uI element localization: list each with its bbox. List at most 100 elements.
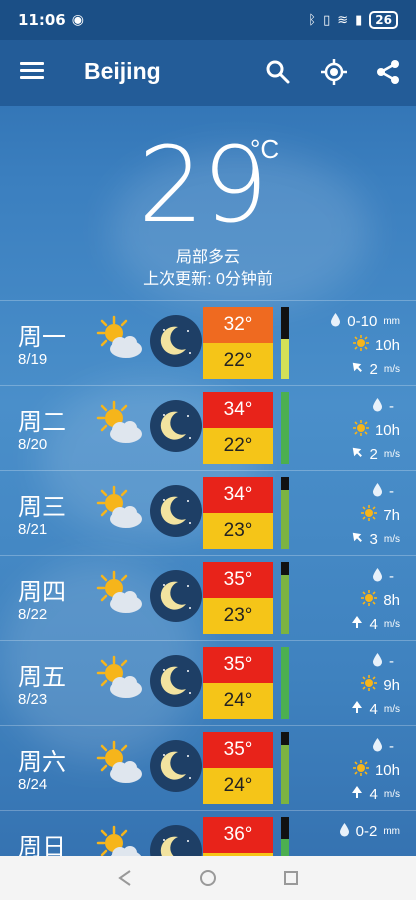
precip-value: - [389, 482, 394, 500]
sunshine-icon [361, 505, 378, 525]
temp-low: 23° [203, 598, 273, 634]
precip-unit: mm [383, 825, 400, 837]
level-bar [281, 307, 289, 379]
sunshine-icon [352, 335, 369, 355]
status-time: 11:06 [18, 11, 66, 29]
home-icon[interactable] [199, 869, 217, 887]
bluetooth-icon: ᛒ [308, 12, 317, 28]
partly-cloudy-icon [92, 570, 148, 620]
details: - 7h 3 m/s [300, 479, 400, 551]
rain-drop-icon [372, 482, 383, 501]
wind-unit: m/s [383, 788, 400, 800]
precip-value: 0-10 [347, 312, 378, 330]
details: - 9h 4 m/s [300, 649, 400, 721]
partly-cloudy-icon [92, 485, 148, 535]
rain-drop-icon [339, 822, 350, 841]
wind-arrow-icon [350, 615, 364, 633]
temp-box: 34° 23° [203, 477, 273, 549]
wind-arrow-icon [350, 785, 364, 803]
temp-unit: °C [250, 134, 280, 164]
forecast-row[interactable]: 周一 8/19 32° 22° 0-10 mm 10h 2 m/s [0, 300, 416, 385]
recents-icon[interactable] [283, 870, 299, 886]
forecast-row[interactable]: 周四 8/22 35° 23° - 8h 4 m/s [0, 555, 416, 640]
back-icon[interactable] [117, 869, 133, 887]
temp-box: 32° 22° [203, 307, 273, 379]
sunshine-icon [352, 760, 369, 780]
wifi-icon: ≋ [337, 12, 349, 28]
wind-arrow-icon [350, 530, 364, 548]
sunshine-value: 7h [383, 506, 400, 524]
wind-unit: m/s [383, 618, 400, 630]
share-icon[interactable] [374, 58, 402, 86]
city-title: Beijing [84, 58, 161, 84]
menu-icon[interactable] [20, 62, 44, 80]
condition-text: 局部多云 [175, 249, 240, 266]
partly-cloudy-icon [92, 400, 148, 450]
forecast-row[interactable]: 周三 8/21 34° 23° - 7h 3 m/s [0, 470, 416, 555]
day-name: 周二 [18, 409, 66, 436]
day-date: 8/20 [18, 436, 48, 453]
night-moon-icon [150, 655, 202, 707]
precip-value: - [389, 567, 394, 585]
temp-high: 36° [203, 817, 273, 853]
rain-drop-icon [330, 312, 341, 331]
day-date: 8/22 [18, 606, 48, 623]
wind-arrow-icon [350, 445, 364, 463]
battery-icon: 26 [369, 11, 398, 29]
temp-box: 35° 24° [203, 647, 273, 719]
night-moon-icon [150, 400, 202, 452]
wind-value: 2 [369, 360, 378, 378]
wind-unit: m/s [383, 533, 400, 545]
day-name: 周六 [18, 749, 66, 776]
precip-value: - [389, 737, 394, 755]
rain-drop-icon [372, 567, 383, 586]
rain-drop-icon [372, 737, 383, 756]
wind-arrow-icon [350, 700, 364, 718]
day-date: 8/24 [18, 776, 48, 793]
temp-high: 32° [203, 307, 273, 343]
sunshine-value: 10h [374, 421, 400, 439]
level-bar [281, 477, 289, 549]
details: - 10h 2 m/s [300, 394, 400, 466]
night-moon-icon [150, 740, 202, 792]
temp-high: 35° [203, 562, 273, 598]
level-bar [281, 562, 289, 634]
day-date: 8/21 [18, 521, 48, 538]
wind-value: 4 [369, 700, 378, 718]
wind-unit: m/s [383, 703, 400, 715]
wind-value: 2 [369, 445, 378, 463]
day-name: 周五 [18, 664, 66, 691]
temp-high: 34° [203, 477, 273, 513]
rain-drop-icon [372, 652, 383, 671]
wind-value: 4 [369, 785, 378, 803]
forecast-row[interactable]: 周五 8/23 35° 24° - 9h 4 m/s [0, 640, 416, 725]
details: 0-2 mm [300, 819, 400, 843]
sunshine-icon [361, 675, 378, 695]
precip-value: 0-2 [355, 822, 378, 840]
partly-cloudy-icon [92, 655, 148, 705]
wind-unit: m/s [383, 448, 400, 460]
day-date: 8/19 [18, 351, 48, 368]
system-nav-bar [0, 856, 416, 900]
temp-box: 34° 22° [203, 392, 273, 464]
app-bar: Beijing [0, 40, 416, 106]
status-icons: ᛒ ▯ ≋ ▮ 26 [308, 11, 398, 29]
status-bar: 11:06 ◉ ᛒ ▯ ≋ ▮ 26 [0, 0, 416, 40]
temp-high: 34° [203, 392, 273, 428]
details: 0-10 mm 10h 2 m/s [300, 309, 400, 381]
temp-low: 22° [203, 428, 273, 464]
temp-box: 35° 23° [203, 562, 273, 634]
forecast-row[interactable]: 周二 8/20 34° 22° - 10h 2 m/s [0, 385, 416, 470]
level-bar [281, 647, 289, 719]
level-bar [281, 732, 289, 804]
rain-drop-icon [372, 397, 383, 416]
signal-icon: ▮ [355, 12, 363, 28]
vibrate-icon: ▯ [323, 12, 331, 28]
temp-low: 24° [203, 768, 273, 804]
sunshine-value: 10h [374, 761, 400, 779]
details: - 8h 4 m/s [300, 564, 400, 636]
search-icon[interactable] [264, 58, 292, 86]
temp-high: 35° [203, 647, 273, 683]
locate-icon[interactable] [320, 58, 348, 86]
forecast-row[interactable]: 周六 8/24 35° 24° - 10h 4 m/s [0, 725, 416, 810]
